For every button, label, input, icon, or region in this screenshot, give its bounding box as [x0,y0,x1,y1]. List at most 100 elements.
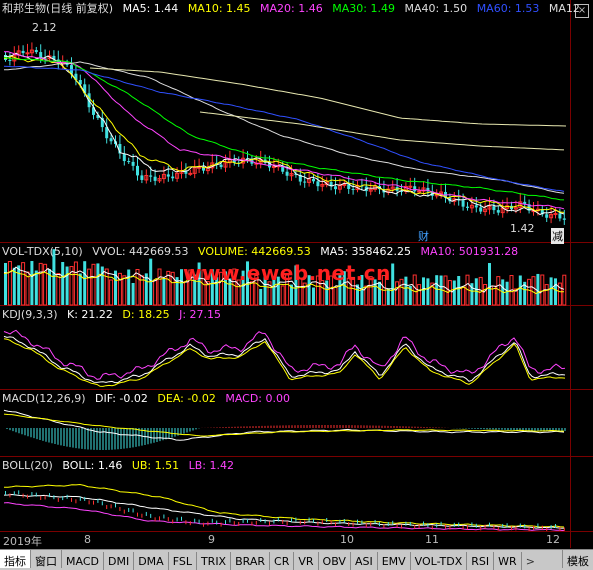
price-panel[interactable]: 和邦生物(日线 前复权) MA5: 1.44 MA10: 1.45 MA20: … [0,0,593,243]
tab-window[interactable]: 窗口 [31,550,62,568]
volume-label: VOLUME: 442669.53 [198,245,311,258]
tab-dmi[interactable]: DMI [104,552,135,570]
volume-bar [544,284,549,306]
price-candle-body [285,171,289,176]
boll-panel[interactable]: BOLL(20) BOLL: 1.46 UB: 1.51 LB: 1.42 [0,457,593,531]
kdj-indicator-name[interactable]: KDJ(9,3,3) [2,308,58,321]
macd-header: MACD(12,26,9) DIF: -0.02 DEA: -0.02 MACD… [2,392,296,405]
volume-bar [56,272,61,306]
macd-dea-label: DEA: -0.02 [157,392,216,405]
price-candle-body [334,186,337,190]
price-candle-body [131,161,135,166]
price-candle-body [461,200,465,207]
tab-dma[interactable]: DMA [134,552,169,570]
kdj-d-label: D: 18.25 [122,308,170,321]
volume-bar [452,280,456,305]
tab-vol-tdx[interactable]: VOL-TDX [411,552,468,570]
volume-bar [554,278,557,305]
volume-bar [426,278,430,305]
boll-indicator-name[interactable]: BOLL(20) [2,459,53,472]
tab-more-arrow-icon[interactable]: > [522,552,539,568]
tab-asi[interactable]: ASI [351,552,378,570]
macd-value-label: MACD: 0.00 [225,392,290,405]
tab-template[interactable]: 模板 [562,550,593,568]
price-header: 和邦生物(日线 前复权) MA5: 1.44 MA10: 1.45 MA20: … [2,2,586,15]
year-label: 2019年 [3,535,42,548]
price-chart[interactable] [0,0,571,243]
tab-brar[interactable]: BRAR [231,552,271,570]
volume-bar [249,281,254,306]
price-candle-body [109,138,113,142]
tab-fsl[interactable]: FSL [169,552,197,570]
price-candle-body [479,207,483,212]
volume-bar [435,275,439,305]
price-candle-body [408,185,413,188]
volume-bar [135,269,140,306]
finance-event-marker[interactable]: 财 [418,228,429,244]
tab-macd[interactable]: MACD [62,552,104,570]
volume-bar [109,279,114,306]
price-candle-body [136,165,139,176]
vol-indicator-name[interactable]: VOL-TDX(5,10) [2,245,83,258]
tab-cr[interactable]: CR [270,552,295,570]
price-candle-body [303,181,307,183]
indicator-tab-bar: 指标 窗口 MACD DMI DMA FSL TRIX BRAR CR VR OBV ASI EMV VO… [0,549,593,570]
tab-indicator[interactable]: 指标 [0,550,31,568]
volume-header: VOL-TDX(5,10) VVOL: 442669.53 VOLUME: 44… [2,245,524,258]
kdj-panel[interactable]: KDJ(9,3,3) K: 21.22 D: 18.25 J: 27.15 [0,306,593,390]
month-label-11: 11 [425,533,439,546]
volume-bar [104,268,109,306]
price-candle-body [166,174,170,177]
price-candle-body [171,176,175,179]
volume-bar [378,281,381,305]
volume-bar [404,276,408,305]
price-candle-body [417,190,422,193]
low-price-label: 1.42 [510,222,535,235]
ma10-label: MA10: 1.45 [187,2,251,15]
price-candle-body [197,166,202,169]
volume-bar [73,261,78,306]
macd-indicator-name[interactable]: MACD(12,26,9) [2,392,86,405]
boll-header: BOLL(20) BOLL: 1.46 UB: 1.51 LB: 1.42 [2,459,240,472]
price-candle-body [34,50,38,53]
boll-mid-line [3,493,565,529]
tab-vr[interactable]: VR [294,552,319,570]
tab-emv[interactable]: EMV [378,552,411,570]
price-candle-body [153,176,157,181]
ma40-label: MA40: 1.50 [404,2,468,15]
volume-bar [96,263,100,305]
price-candle-body [21,50,25,54]
volume-bar [17,265,21,305]
reduce-holding-marker[interactable]: 减 [551,228,564,244]
volume-bar [549,277,553,305]
right-scale-bar: × [570,0,593,548]
volume-bar [417,284,422,306]
ma5-label: MA5: 1.44 [122,2,179,15]
tab-obv[interactable]: OBV [319,552,351,570]
price-candle-body [219,164,223,168]
tab-wr[interactable]: WR [494,552,522,570]
ma20-line [3,51,565,210]
volume-bar [483,283,488,306]
high-price-label: 2.12 [32,21,57,34]
price-candle-body [558,213,562,219]
volume-bar [34,270,38,305]
tab-rsi[interactable]: RSI [467,552,495,570]
watermark-text: www.eweb.net.cn [183,261,391,285]
price-candle-body [122,153,126,162]
price-candle-body [271,166,276,169]
volume-bar [527,278,532,306]
tab-trix[interactable]: TRIX [197,552,232,570]
volume-bar [12,267,16,305]
volume-bar [87,268,92,306]
price-candle-body [316,181,320,187]
volume-bar [83,261,87,305]
volume-bar [4,263,7,305]
volume-bar [91,263,96,306]
kdj-j-label: J: 27.15 [179,308,222,321]
boll-mid-label: BOLL: 1.46 [62,459,123,472]
volume-bar [518,275,522,305]
macd-panel[interactable]: MACD(12,26,9) DIF: -0.02 DEA: -0.02 MACD… [0,390,593,457]
boll-lb-label: LB: 1.42 [188,459,234,472]
volume-bar [162,278,166,305]
